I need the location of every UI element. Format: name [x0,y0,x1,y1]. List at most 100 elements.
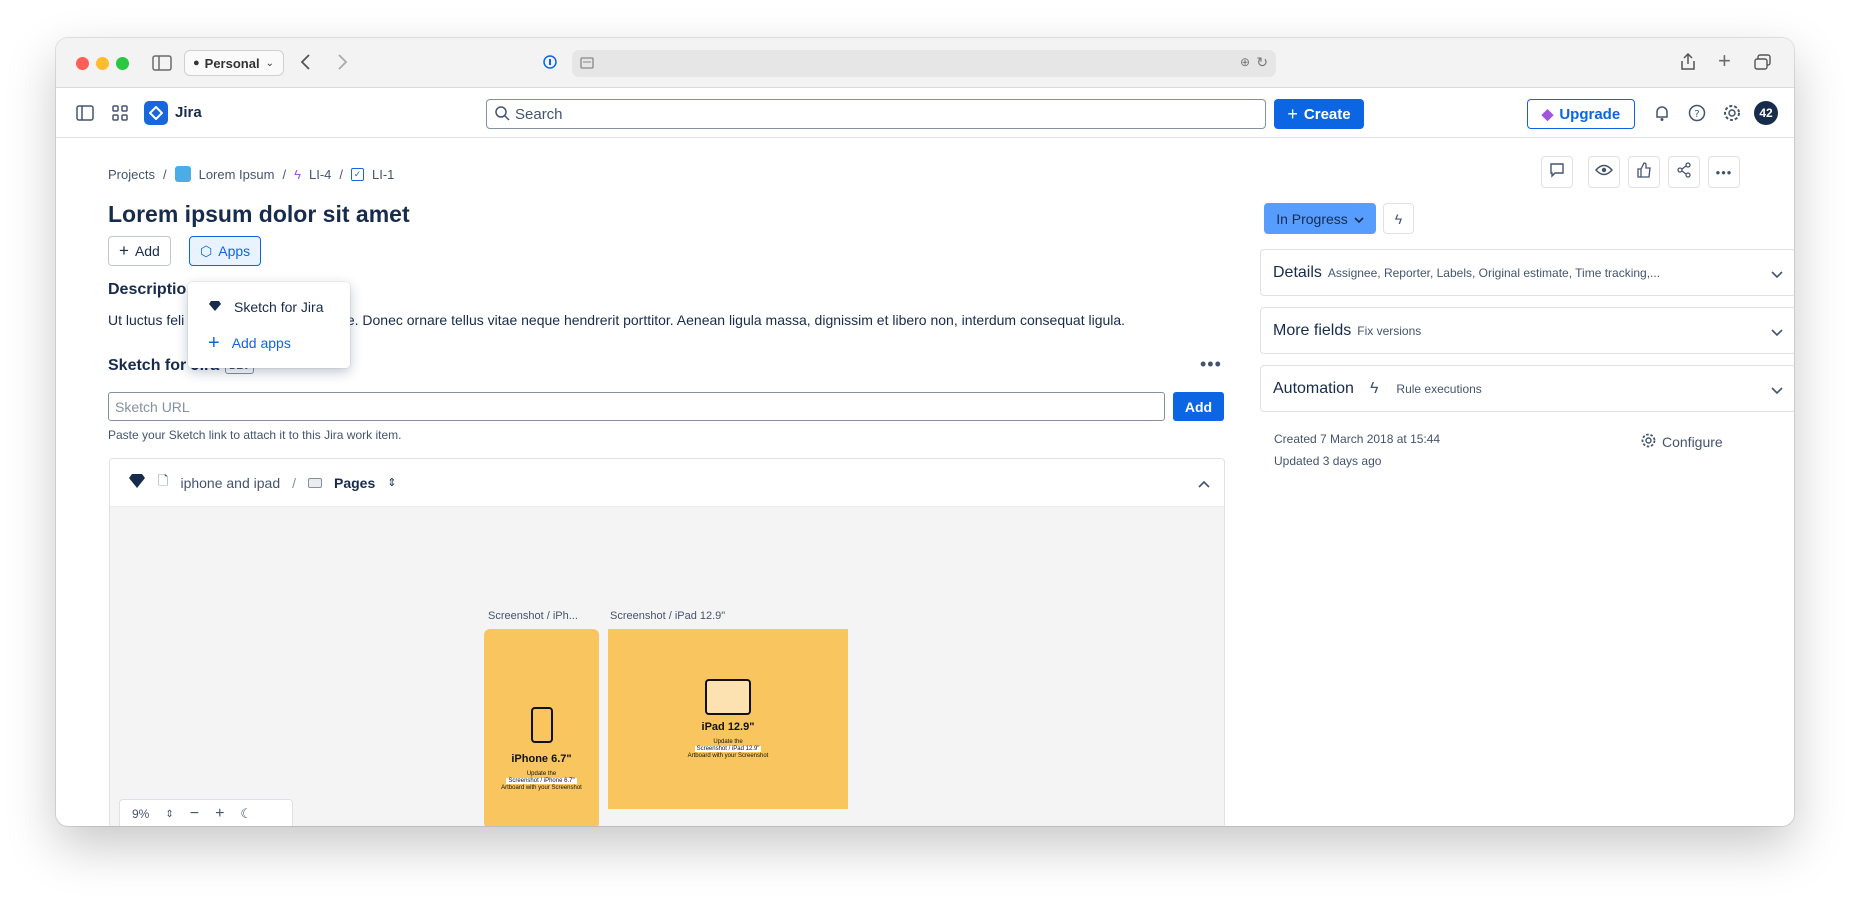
eye-icon [1595,163,1613,181]
pages-selector[interactable]: Pages [334,475,375,491]
chevron-down-icon: ⌄ [265,57,274,69]
apps-hexagon-icon: ⬡ [200,242,213,259]
thumbs-up-icon [1636,161,1652,183]
password-icon[interactable] [543,55,557,73]
translate-icon[interactable]: ⊕ [1240,55,1250,69]
panel-subtitle: Rule executions [1396,381,1482,396]
jira-logo-icon[interactable] [144,101,168,125]
new-tab-icon[interactable]: + [1718,50,1731,72]
minimize-window-button[interactable] [96,57,109,70]
artboard-label[interactable]: Screenshot / iPad 12.9" [610,610,725,622]
sketch-url-input[interactable]: Sketch URL [108,392,1165,421]
apps-label: Apps [218,243,251,259]
share-icon[interactable] [1680,52,1696,75]
more-fields-panel[interactable]: More fields Fix versions [1260,307,1794,354]
share-button[interactable] [1668,156,1700,188]
artboard-label[interactable]: Screenshot / iPh... [488,610,578,622]
sidebar-toggle-icon[interactable] [152,55,172,75]
panel-title: More fields [1273,321,1352,339]
phone-icon [530,707,553,743]
more-actions-icon[interactable]: ••• [1200,354,1222,375]
artboard-ipad[interactable]: iPad 12.9" Update the Screenshot / iPad … [608,629,848,809]
search-input[interactable]: Search [486,99,1266,129]
document-name[interactable]: iphone and ipad [180,475,280,491]
document-icon: 🗋 [158,472,169,488]
sketch-diamond-icon [128,473,146,492]
panel-title: Automation [1273,379,1354,397]
panel-subtitle: Fix versions [1357,323,1422,338]
back-icon[interactable] [300,54,312,74]
status-label: In Progress [1276,210,1348,227]
details-panel[interactable]: Details Assignee, Reporter, Labels, Orig… [1260,249,1794,296]
breadcrumb-issue[interactable]: LI-1 [372,167,394,182]
address-bar[interactable]: ⊕ ↻ [572,50,1276,77]
add-label: Add [134,243,160,259]
breadcrumb-project[interactable]: Lorem Ipsum [199,167,275,182]
watch-button[interactable] [1588,156,1620,188]
chevron-down-icon [1354,211,1364,227]
breadcrumb-separator: / [282,166,287,182]
vote-button[interactable] [1628,156,1660,188]
breadcrumb-epic[interactable]: LI-4 [309,167,331,182]
forward-icon[interactable] [336,54,348,74]
more-button[interactable]: ••• [1708,156,1740,188]
menu-item-sketch-for-jira[interactable]: Sketch for Jira [188,289,350,325]
menu-item-add-apps[interactable]: + Add apps [188,325,350,361]
description-heading: Descriptio [108,281,187,298]
updown-chevron-icon[interactable]: ⇕ [387,476,396,489]
create-button[interactable]: + Create [1274,99,1364,129]
sidebar-expand-icon[interactable] [76,104,94,122]
apps-dropdown-menu: Sketch for Jira + Add apps [188,282,350,368]
apps-button[interactable]: ⬡ Apps [189,236,262,266]
breadcrumb: Projects / Lorem Ipsum / ϟ LI-4 / ✓ LI-1 [108,166,394,182]
feedback-button[interactable] [1541,156,1573,188]
sketch-canvas[interactable]: Screenshot / iPh... Screenshot / iPad 12… [110,507,1224,826]
search-icon [495,106,510,125]
breadcrumb-projects[interactable]: Projects [108,167,155,182]
tablet-icon [705,679,751,715]
profile-label: Personal [204,55,260,71]
configure-button[interactable]: Configure [1641,433,1723,451]
search-placeholder: Search [515,105,563,123]
plus-icon: + [1287,103,1298,124]
artboard-caption: Screenshot / iPad 12.9" [694,746,762,752]
add-button[interactable]: + Add [108,236,171,266]
menu-item-label: Sketch for Jira [234,299,324,315]
url-placeholder: Sketch URL [115,398,190,415]
maximize-window-button[interactable] [116,57,129,70]
reload-icon[interactable]: ↻ [1256,54,1268,71]
project-icon [174,166,191,182]
zoom-level[interactable]: 9% [132,807,149,821]
artboard-iphone[interactable]: iPhone 6.7" Update the Screenshot / iPho… [484,629,599,826]
zoom-in-icon[interactable]: + [215,805,224,823]
automation-button[interactable]: ϟ [1383,203,1414,234]
collapse-chevron-icon[interactable] [1198,475,1210,491]
zoom-out-icon[interactable]: − [190,805,199,823]
tab-overview-icon[interactable] [1754,54,1772,74]
app-name[interactable]: Jira [175,104,202,121]
settings-icon[interactable] [1723,104,1741,122]
artboard-caption: Artboard with your Screenshot [501,785,582,791]
avatar[interactable]: 42 [1754,101,1778,125]
description-rest: tate. Donec ornare tellus vitae neque he… [331,312,1126,328]
app-switcher-icon[interactable] [111,104,129,122]
profile-button[interactable]: ● Personal ⌄ [184,50,284,76]
create-label: Create [1303,105,1351,123]
page-title[interactable]: Lorem ipsum dolor sit amet [108,201,410,228]
sketch-add-button[interactable]: Add [1173,392,1224,421]
zoom-stepper-icon[interactable]: ⇕ [165,809,173,820]
browser-window: ● Personal ⌄ ⊕ ↻ + Jira Search + Create … [56,38,1794,826]
help-icon[interactable]: ? [1688,104,1706,122]
chevron-down-icon [1771,382,1783,400]
configure-label: Configure [1662,434,1723,450]
path-separator: / [292,474,296,491]
close-window-button[interactable] [76,57,89,70]
upgrade-button[interactable]: ◆ Upgrade [1527,99,1635,129]
automation-panel[interactable]: Automation ϟ Rule executions [1260,365,1794,412]
epic-icon: ϟ [294,166,301,182]
artboard-device-title: iPad 12.9" [701,721,755,733]
task-checkbox-icon: ✓ [351,167,365,181]
dark-mode-icon[interactable]: ☾ [240,806,252,822]
status-dropdown[interactable]: In Progress [1264,203,1376,234]
notifications-icon[interactable] [1653,104,1671,122]
